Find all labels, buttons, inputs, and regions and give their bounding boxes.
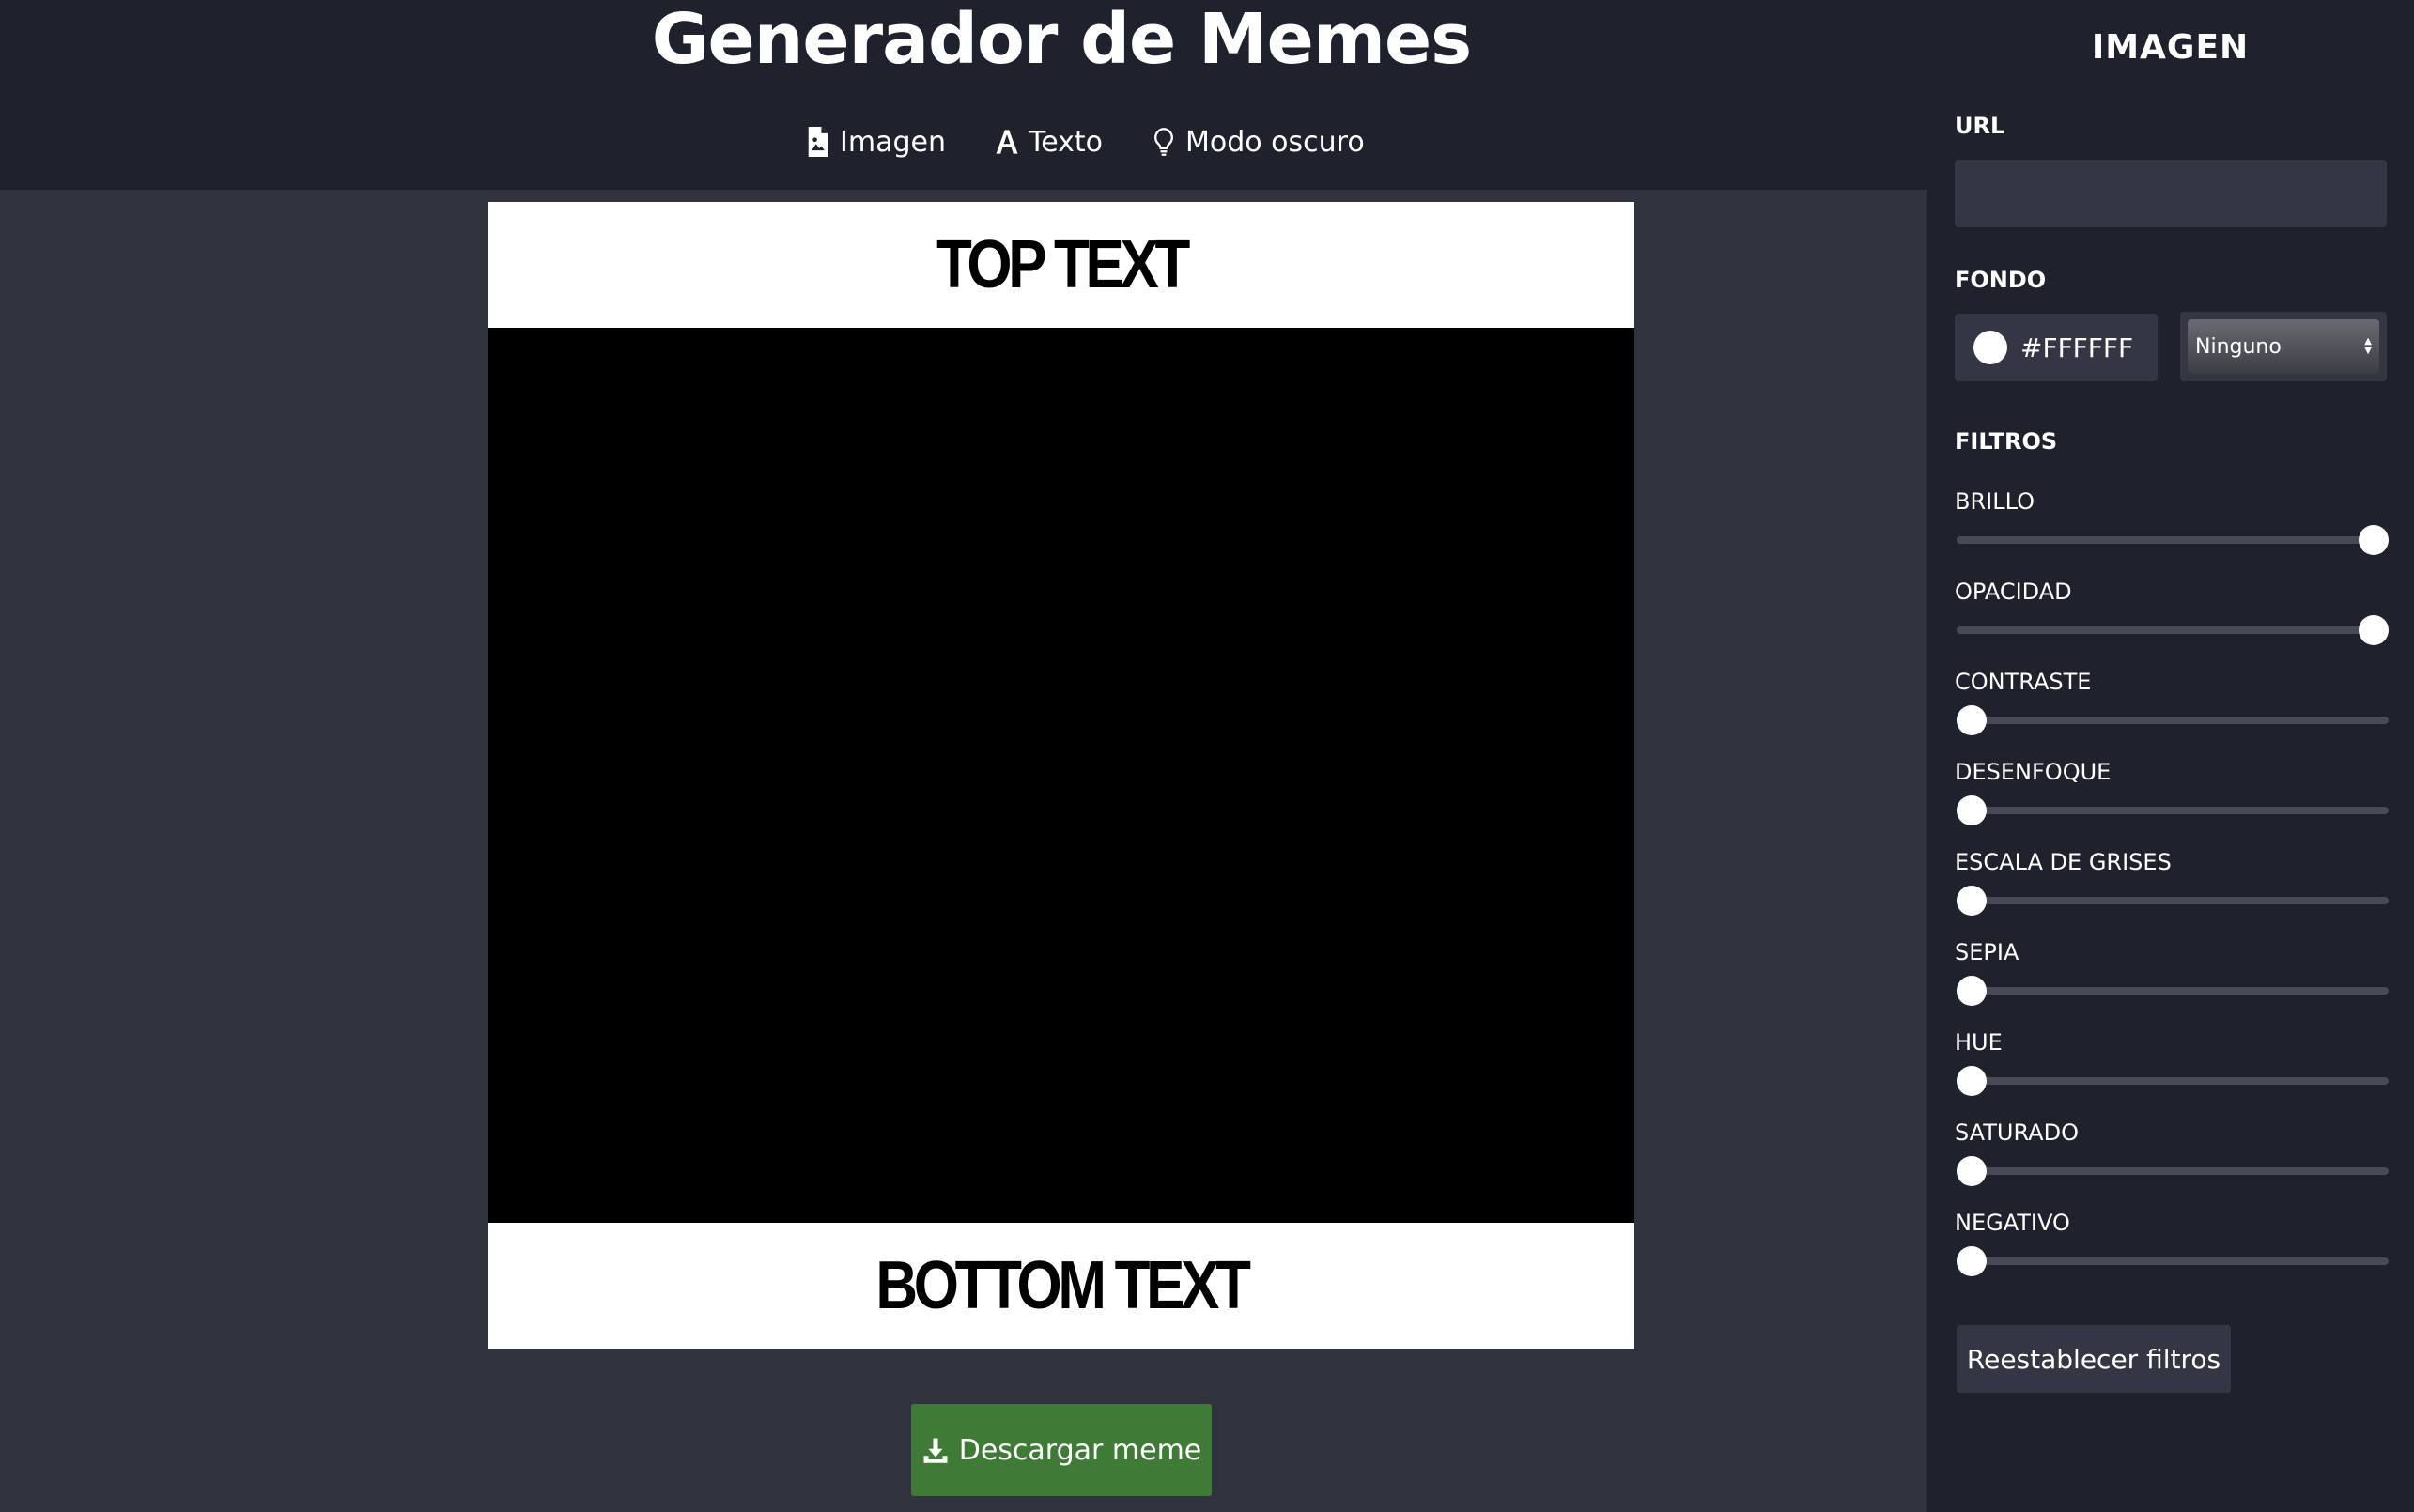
filter-slider-brillo[interactable] <box>1957 524 2389 556</box>
meme-top-text: TOP TEXT <box>568 202 1555 328</box>
url-input[interactable] <box>1955 160 2387 227</box>
image-panel: IMAGEN URL FONDO #FFFFFF Ninguno ▲ ▼ FILT… <box>1927 0 2414 1512</box>
filter-label: DESENFOQUE <box>1955 759 2112 785</box>
filters-label: FILTROS <box>1955 428 2058 455</box>
download-icon <box>923 1438 948 1463</box>
filter-slider-opacidad[interactable] <box>1957 614 2389 646</box>
slider-track <box>1957 717 2389 724</box>
filter-slider-contraste[interactable] <box>1957 704 2389 736</box>
filter-label: BRILLO <box>1955 488 2035 515</box>
filter-slider-sepia[interactable] <box>1957 975 2389 1007</box>
filter-slider-negativo[interactable] <box>1957 1245 2389 1277</box>
meme-image <box>488 328 1634 1223</box>
blend-mode-value: Ninguno <box>2195 334 2282 359</box>
slider-thumb[interactable] <box>1957 1156 1987 1186</box>
filter-slider-escala-de-grises[interactable] <box>1957 885 2389 917</box>
slider-track <box>1957 536 2389 544</box>
download-meme-button[interactable]: Descargar meme <box>911 1404 1212 1496</box>
download-label: Descargar meme <box>958 1433 1202 1467</box>
slider-track <box>1957 987 2389 995</box>
meme-bottom-text: BOTTOM TEXT <box>568 1223 1555 1349</box>
meme-canvas: TOP TEXT BOTTOM TEXT <box>488 202 1634 1349</box>
slider-track <box>1957 1257 2389 1265</box>
panel-title: IMAGEN <box>2091 28 2250 67</box>
slider-thumb[interactable] <box>1957 1066 1987 1096</box>
filter-slider-saturado[interactable] <box>1957 1155 2389 1187</box>
nav-item-texto[interactable]: Texto <box>993 126 1103 159</box>
slider-track <box>1957 626 2389 634</box>
filter-slider-hue[interactable] <box>1957 1065 2389 1097</box>
blend-mode-select[interactable]: Ninguno ▲ ▼ <box>2180 312 2387 381</box>
nav-bar: Imagen Texto Modo oscuro <box>804 120 1365 163</box>
reset-filters-button[interactable]: Reestablecer filtros <box>1957 1325 2231 1393</box>
slider-thumb[interactable] <box>1957 1246 1987 1276</box>
slider-thumb[interactable] <box>1957 795 1987 825</box>
filter-label: OPACIDAD <box>1955 579 2072 605</box>
nav-item-imagen[interactable]: Imagen <box>804 126 946 159</box>
slider-thumb[interactable] <box>1957 705 1987 735</box>
nav-item-label: Modo oscuro <box>1185 125 1365 159</box>
nav-item-label: Texto <box>1028 125 1103 159</box>
image-file-icon <box>804 126 832 158</box>
slider-track <box>1957 897 2389 904</box>
filter-label: SATURADO <box>1955 1119 2079 1146</box>
filter-label: NEGATIVO <box>1955 1210 2070 1236</box>
slider-thumb[interactable] <box>1957 886 1987 916</box>
filter-label: CONTRASTE <box>1955 669 2092 695</box>
nav-item-label: Imagen <box>840 125 946 159</box>
filter-slider-desenfoque[interactable] <box>1957 795 2389 826</box>
filter-label: SEPIA <box>1955 939 2019 965</box>
slider-thumb[interactable] <box>2359 615 2389 645</box>
nav-item-modo-oscuro[interactable]: Modo oscuro <box>1150 126 1365 159</box>
background-label: FONDO <box>1955 267 2047 293</box>
color-swatch <box>1973 331 2007 364</box>
select-arrows-icon: ▲ ▼ <box>2364 336 2372 356</box>
background-color-picker[interactable]: #FFFFFF <box>1955 314 2158 381</box>
slider-thumb[interactable] <box>2359 525 2389 555</box>
slider-thumb[interactable] <box>1957 976 1987 1006</box>
filter-label: HUE <box>1955 1029 2003 1056</box>
page-title: Generador de Memes <box>651 0 1472 80</box>
filter-label: ESCALA DE GRISES <box>1955 849 2172 875</box>
slider-track <box>1957 807 2389 814</box>
slider-track <box>1957 1167 2389 1175</box>
color-value: #FFFFFF <box>2020 332 2134 363</box>
header: Generador de Memes Imagen Texto Modo osc… <box>0 0 1927 190</box>
meme-generator-app: Generador de Memes Imagen Texto Modo osc… <box>0 0 2414 1512</box>
lightbulb-icon <box>1150 126 1178 158</box>
blend-mode-select-box: Ninguno ▲ ▼ <box>2188 319 2379 374</box>
slider-track <box>1957 1077 2389 1085</box>
font-icon <box>993 126 1021 158</box>
url-label: URL <box>1955 113 2005 139</box>
